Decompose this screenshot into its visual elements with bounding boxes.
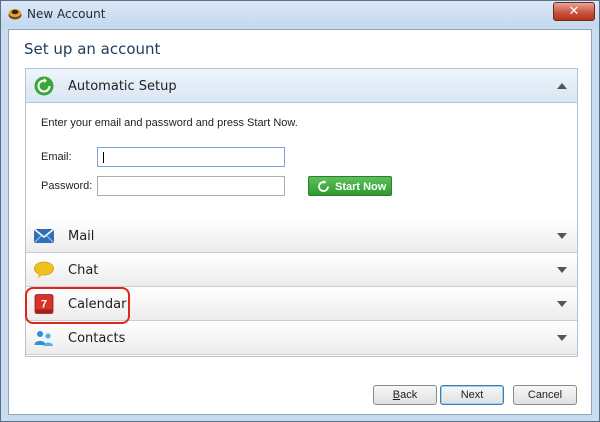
title-bar[interactable]: New Account ✕	[1, 1, 599, 27]
window-title: New Account	[27, 7, 106, 21]
next-button[interactable]: Next	[440, 385, 504, 405]
text-cursor	[103, 152, 104, 163]
refresh-icon	[318, 180, 329, 192]
chevron-down-icon[interactable]	[557, 233, 567, 239]
people-icon	[34, 331, 53, 346]
section-label: Contacts	[68, 331, 126, 346]
speech-bubble-icon	[34, 261, 54, 279]
back-button[interactable]: Back	[373, 385, 437, 405]
back-label-rest: ack	[400, 389, 418, 401]
password-field[interactable]	[97, 176, 285, 196]
section-label: Chat	[68, 263, 99, 278]
next-label: Next	[460, 389, 484, 401]
close-icon: ✕	[568, 4, 580, 19]
section-mail[interactable]: Mail	[26, 219, 577, 253]
automatic-setup-body: Enter your email and password and press …	[26, 103, 577, 218]
close-button[interactable]: ✕	[553, 2, 595, 21]
section-contacts[interactable]: Contacts	[26, 321, 577, 355]
email-label: Email:	[41, 151, 72, 163]
chevron-down-icon[interactable]	[557, 301, 567, 307]
password-label: Password:	[41, 180, 93, 192]
refresh-icon	[34, 76, 54, 96]
calendar-highlight-annotation	[25, 287, 130, 324]
section-chat[interactable]: Chat	[26, 253, 577, 287]
section-label: Mail	[68, 229, 95, 244]
back-accelerator: B	[392, 389, 401, 401]
chevron-down-icon[interactable]	[557, 267, 567, 273]
start-now-label: Start Now	[335, 181, 387, 193]
start-now-button[interactable]: Start Now	[308, 176, 392, 196]
chevron-up-icon[interactable]	[557, 83, 567, 89]
section-automatic-setup[interactable]: Automatic Setup	[26, 69, 577, 103]
dialog-content: Set up an account Automatic Setup Enter …	[8, 29, 592, 415]
cancel-label: Cancel	[527, 389, 563, 401]
page-title: Set up an account	[24, 40, 161, 58]
chevron-down-icon[interactable]	[557, 335, 567, 341]
envelope-icon	[34, 228, 54, 244]
email-field[interactable]	[97, 147, 285, 167]
cancel-button[interactable]: Cancel	[513, 385, 577, 405]
section-label: Automatic Setup	[68, 79, 177, 94]
instructions-text: Enter your email and password and press …	[41, 117, 298, 129]
new-account-window: New Account ✕ Set up an account Automati…	[0, 0, 600, 422]
thunderbird-icon	[8, 9, 22, 20]
